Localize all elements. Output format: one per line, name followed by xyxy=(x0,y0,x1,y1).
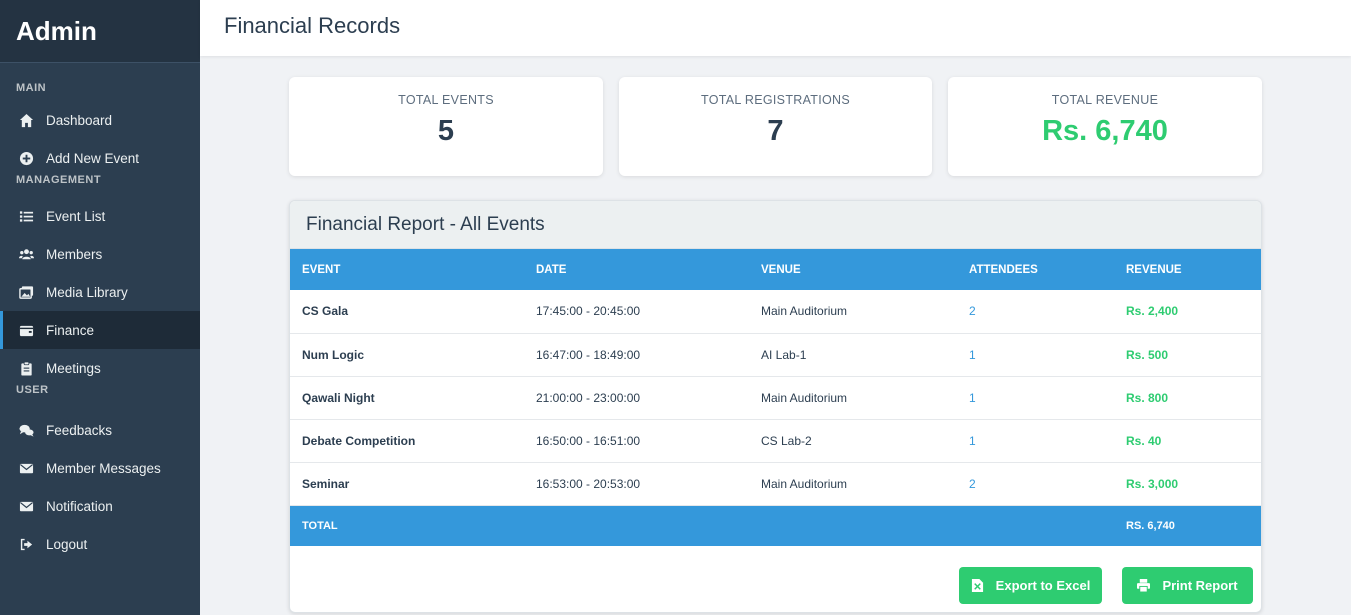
sidebar-item-label: Media Library xyxy=(46,284,128,300)
cell-event: Debate Competition xyxy=(302,433,416,448)
export-to-excel-button[interactable]: Export to Excel xyxy=(959,567,1102,604)
excel-file-icon xyxy=(971,579,983,592)
cell-revenue: Rs. 2,400 xyxy=(1126,304,1179,319)
sidebar: Admin MAIN Dashboard Add New Event MANAG… xyxy=(0,0,200,615)
cell-event: Qawali Night xyxy=(302,390,375,405)
total-empty-cell xyxy=(761,505,969,546)
brand-title: Admin xyxy=(0,0,200,63)
clipboard-icon xyxy=(18,360,34,376)
table-row: Seminar 16:53:00 - 20:53:00 Main Auditor… xyxy=(290,462,1261,505)
list-icon xyxy=(18,208,34,224)
section-label-user: USER xyxy=(16,384,49,396)
sidebar-item-notification[interactable]: Notification xyxy=(0,487,200,525)
comments-icon xyxy=(18,422,34,438)
sidebar-item-finance[interactable]: Finance xyxy=(0,311,200,349)
print-report-button[interactable]: Print Report xyxy=(1122,567,1253,604)
plus-circle-icon xyxy=(18,150,34,166)
sidebar-item-member-messages[interactable]: Member Messages xyxy=(0,449,200,487)
cell-date: 21:00:00 - 23:00:00 xyxy=(536,390,641,405)
cell-revenue: Rs. 40 xyxy=(1126,433,1162,448)
cell-date: 16:50:00 - 16:51:00 xyxy=(536,433,641,448)
sidebar-item-label: Finance xyxy=(46,322,95,338)
sidebar-item-dashboard[interactable]: Dashboard xyxy=(0,101,200,139)
cell-venue: CS Lab-2 xyxy=(761,433,812,448)
sidebar-item-event-list[interactable]: Event List xyxy=(0,197,200,235)
cell-revenue: Rs. 3,000 xyxy=(1126,476,1179,491)
report-title: Financial Report - All Events xyxy=(290,201,1261,249)
envelope-icon xyxy=(18,498,34,514)
top-bar: Financial Records xyxy=(200,0,1351,56)
cell-date: 16:47:00 - 18:49:00 xyxy=(536,347,641,362)
sidebar-item-label: Dashboard xyxy=(46,112,113,128)
cell-revenue: Rs. 800 xyxy=(1126,390,1169,405)
column-header-date: DATE xyxy=(536,263,567,276)
column-header-venue: VENUE xyxy=(761,263,801,276)
sidebar-item-label: Add New Event xyxy=(46,150,140,166)
print-icon xyxy=(1137,579,1151,592)
sidebar-item-label: Feedbacks xyxy=(46,422,113,438)
table-row: Debate Competition 16:50:00 - 16:51:00 C… xyxy=(290,419,1261,462)
sidebar-item-feedbacks[interactable]: Feedbacks xyxy=(0,411,200,449)
total-empty-cell xyxy=(969,505,1126,546)
logout-icon xyxy=(18,536,34,552)
export-button-label: Export to Excel xyxy=(995,578,1091,593)
stat-value: 5 xyxy=(437,115,455,147)
stat-label: TOTAL REVENUE xyxy=(1051,93,1159,107)
cell-attendees: 1 xyxy=(969,433,976,448)
stat-label: TOTAL REGISTRATIONS xyxy=(700,93,850,107)
cell-event: CS Gala xyxy=(302,304,349,319)
sidebar-item-label: Logout xyxy=(46,536,88,552)
sidebar-item-label: Notification xyxy=(46,498,113,514)
total-empty-cell xyxy=(536,505,761,546)
cell-attendees: 1 xyxy=(969,390,976,405)
home-icon xyxy=(18,112,34,128)
cell-venue: Main Auditorium xyxy=(761,390,848,405)
sidebar-item-label: Meetings xyxy=(46,360,101,376)
column-header-revenue: REVENUE xyxy=(1126,263,1182,276)
cell-attendees: 2 xyxy=(969,304,976,319)
total-value: RS. 6,740 xyxy=(1126,519,1175,532)
column-header-event: EVENT xyxy=(302,263,341,276)
column-header-attendees: ATTENDEES xyxy=(969,263,1038,276)
table-row: Num Logic 16:47:00 - 18:49:00 AI Lab-1 1… xyxy=(290,333,1261,376)
wallet-icon xyxy=(18,322,34,338)
images-icon xyxy=(18,284,34,300)
sidebar-item-label: Members xyxy=(46,246,103,262)
cell-venue: Main Auditorium xyxy=(761,304,848,319)
cell-event: Num Logic xyxy=(302,347,364,362)
stat-value: Rs. 6,740 xyxy=(1042,115,1168,147)
section-label-management: MANAGEMENT xyxy=(16,174,102,186)
table-row: CS Gala 17:45:00 - 20:45:00 Main Auditor… xyxy=(290,290,1261,333)
total-label: TOTAL xyxy=(302,519,338,532)
cell-attendees: 2 xyxy=(969,476,976,491)
users-icon xyxy=(18,246,34,262)
cell-event: Seminar xyxy=(302,476,350,491)
sidebar-item-label: Member Messages xyxy=(46,460,161,476)
cell-venue: Main Auditorium xyxy=(761,476,848,491)
table-row: Qawali Night 21:00:00 - 23:00:00 Main Au… xyxy=(290,376,1261,419)
stat-card-total-events: TOTAL EVENTS 5 xyxy=(289,77,603,176)
stat-card-total-revenue: TOTAL REVENUE Rs. 6,740 xyxy=(948,77,1262,176)
sidebar-item-media-library[interactable]: Media Library xyxy=(0,273,200,311)
table-total-row: TOTAL RS. 6,740 xyxy=(290,505,1261,546)
cell-revenue: Rs. 500 xyxy=(1126,347,1169,362)
sidebar-item-label: Event List xyxy=(46,208,106,224)
sidebar-item-members[interactable]: Members xyxy=(0,235,200,273)
financial-report-table: EVENT DATE VENUE ATTENDEES REVENUE CS Ga… xyxy=(290,249,1261,546)
envelope-icon xyxy=(18,460,34,476)
cell-date: 17:45:00 - 20:45:00 xyxy=(536,304,641,319)
section-label-main: MAIN xyxy=(16,82,47,94)
stat-card-total-registrations: TOTAL REGISTRATIONS 7 xyxy=(619,77,932,176)
stat-label: TOTAL EVENTS xyxy=(398,93,494,107)
page-title: Financial Records xyxy=(224,13,401,38)
table-header-row: EVENT DATE VENUE ATTENDEES REVENUE xyxy=(290,249,1261,290)
stat-value: 7 xyxy=(767,115,784,147)
cell-venue: AI Lab-1 xyxy=(761,347,807,362)
cell-date: 16:53:00 - 20:53:00 xyxy=(536,476,641,491)
print-button-label: Print Report xyxy=(1162,578,1238,593)
financial-report-panel: Financial Report - All Events EVENT DATE… xyxy=(289,200,1262,613)
cell-attendees: 1 xyxy=(969,347,976,362)
sidebar-item-logout[interactable]: Logout xyxy=(0,525,200,563)
